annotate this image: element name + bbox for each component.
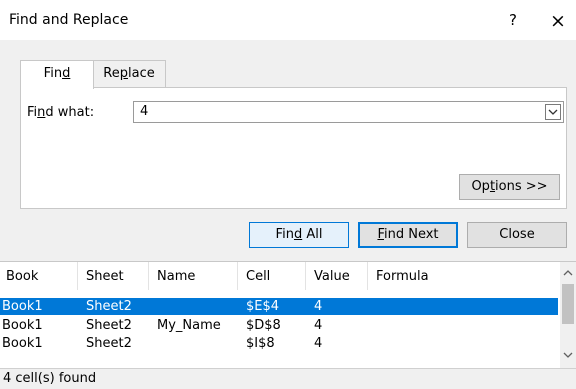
cell-sheet: Sheet2 — [86, 299, 132, 314]
col-header-sheet[interactable]: Sheet — [86, 269, 124, 284]
col-header-book[interactable]: Book — [6, 269, 38, 284]
scroll-down-icon[interactable] — [563, 349, 573, 359]
cell-address: $D$8 — [246, 318, 281, 333]
find-all-label: Find All — [275, 227, 323, 242]
close-icon[interactable]: × — [547, 10, 569, 32]
chevron-down-icon[interactable] — [545, 104, 561, 120]
status-bar: 4 cell(s) found — [0, 368, 576, 389]
column-divider — [237, 262, 238, 290]
cell-sheet: Sheet2 — [86, 336, 132, 351]
col-header-cell[interactable]: Cell — [246, 269, 270, 284]
cell-value: 4 — [314, 318, 323, 333]
status-text: 4 cell(s) found — [3, 371, 97, 386]
find-replace-dialog: Find and Replace ? × Find Replace Find w… — [0, 0, 576, 389]
title-bar: Find and Replace ? × — [0, 0, 576, 40]
results-scrollbar[interactable] — [560, 262, 576, 368]
col-header-formula[interactable]: Formula — [376, 269, 429, 284]
find-next-button[interactable]: Find Next — [358, 222, 458, 248]
help-button[interactable]: ? — [503, 10, 523, 30]
table-row[interactable]: Book1 Sheet2 My_Name $D$8 4 — [0, 317, 558, 334]
find-what-input[interactable]: 4 — [133, 101, 564, 123]
cell-address: $E$4 — [246, 299, 280, 314]
tab-replace[interactable]: Replace — [92, 60, 166, 87]
cell-value: 4 — [314, 336, 323, 351]
cell-address: $I$8 — [246, 336, 275, 351]
results-list: Book Sheet Name Cell Value Formula Book1… — [0, 261, 576, 368]
column-divider — [367, 262, 368, 290]
column-divider — [77, 262, 78, 290]
cell-name: My_Name — [157, 318, 221, 333]
table-row[interactable]: Book1 Sheet2 $I$8 4 — [0, 335, 558, 352]
options-label: Options >> — [471, 179, 548, 194]
find-next-label: Find Next — [377, 227, 439, 242]
tab-find-label: Find — [43, 66, 71, 81]
cell-value: 4 — [314, 299, 323, 314]
cell-book: Book1 — [2, 299, 43, 314]
cell-book: Book1 — [2, 318, 43, 333]
tab-find[interactable]: Find — [20, 60, 94, 89]
scrollbar-thumb[interactable] — [562, 284, 574, 324]
find-what-value[interactable]: 4 — [140, 104, 148, 119]
col-header-value[interactable]: Value — [314, 269, 350, 284]
dialog-title: Find and Replace — [9, 12, 129, 28]
column-divider — [148, 262, 149, 290]
results-header: Book Sheet Name Cell Value Formula — [0, 262, 560, 290]
close-button[interactable]: Close — [467, 222, 567, 248]
col-header-name[interactable]: Name — [157, 269, 195, 284]
find-all-button[interactable]: Find All — [249, 222, 349, 248]
cell-sheet: Sheet2 — [86, 318, 132, 333]
scroll-up-icon[interactable] — [563, 267, 573, 277]
table-row[interactable]: Book1 Sheet2 $E$4 4 — [0, 298, 558, 315]
options-button[interactable]: Options >> — [459, 174, 560, 200]
tab-replace-label: Replace — [103, 66, 155, 81]
column-divider — [305, 262, 306, 290]
cell-book: Book1 — [2, 336, 43, 351]
find-what-label: Find what: — [27, 105, 95, 120]
